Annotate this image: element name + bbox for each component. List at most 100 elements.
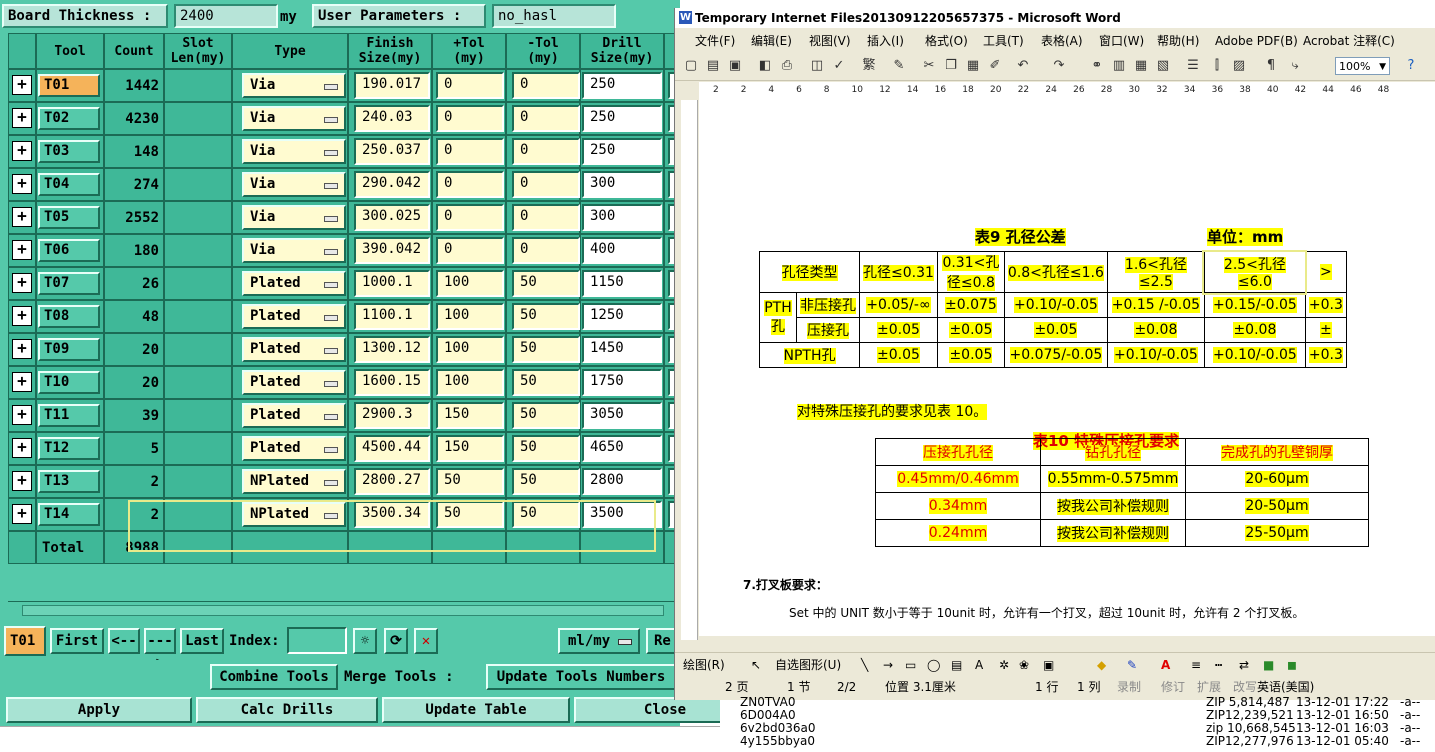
table-cell[interactable]: +0.15 /-0.05: [1106, 292, 1205, 318]
expand-row-icon[interactable]: +: [12, 108, 32, 128]
table-cell[interactable]: ±0.05: [1003, 317, 1108, 343]
apply-button[interactable]: Apply: [6, 697, 192, 723]
type-select[interactable]: Via: [242, 139, 346, 164]
menu-item[interactable]: 工具(T): [983, 30, 1024, 52]
finish-size-input[interactable]: 190.017: [354, 72, 430, 99]
expand-row-icon[interactable]: +: [12, 141, 32, 161]
finish-size-input[interactable]: 2800.27: [354, 468, 430, 495]
type-select[interactable]: Via: [242, 238, 346, 263]
table-cell[interactable]: 20-60μm: [1185, 465, 1369, 493]
expand-row-icon[interactable]: +: [12, 471, 32, 491]
menu-item[interactable]: 表格(A): [1041, 30, 1083, 52]
type-select[interactable]: NPlated: [242, 502, 346, 527]
diagram-icon[interactable]: ✲: [999, 653, 1009, 677]
drill-size-input[interactable]: 2800: [582, 468, 662, 495]
hyperlink-icon[interactable]: ⚭: [1089, 58, 1105, 74]
draw-menu[interactable]: 绘图(R): [683, 653, 725, 677]
insert-table-icon[interactable]: ▦: [1133, 58, 1149, 74]
refresh-icon[interactable]: ⟳: [384, 628, 408, 654]
prev-button[interactable]: <---: [108, 628, 140, 671]
arrow-style-icon[interactable]: ⇄: [1239, 653, 1249, 677]
table-cell[interactable]: +0.10/-0.05: [1106, 342, 1205, 368]
plus-tol-input[interactable]: 0: [436, 105, 504, 132]
dash-style-icon[interactable]: ┅: [1215, 653, 1222, 677]
vertical-ruler[interactable]: [681, 100, 698, 640]
table-cell[interactable]: +0.3: [1304, 292, 1347, 318]
finish-size-input[interactable]: 290.042: [354, 171, 430, 198]
table-cell[interactable]: ±: [1304, 317, 1347, 343]
plus-tol-input[interactable]: 100: [436, 336, 504, 363]
plus-tol-input[interactable]: 50: [436, 501, 504, 528]
minus-tol-input[interactable]: 0: [512, 105, 580, 132]
table-cell[interactable]: 0.8<孔径≤1.6: [1003, 251, 1108, 293]
print-preview-icon[interactable]: ◫: [809, 58, 825, 74]
table-cell[interactable]: 钻孔孔径: [1040, 438, 1186, 466]
line-icon[interactable]: ╲: [861, 653, 868, 677]
menu-item[interactable]: 窗口(W): [1099, 30, 1144, 52]
table-cell[interactable]: ±0.05: [936, 342, 1005, 368]
minus-tol-input[interactable]: 50: [512, 468, 580, 495]
table-cell[interactable]: ±0.05: [859, 317, 938, 343]
drill-size-input[interactable]: 250: [582, 138, 662, 165]
finish-size-input[interactable]: 240.03: [354, 105, 430, 132]
plus-tol-input[interactable]: 0: [436, 237, 504, 264]
type-select[interactable]: Plated: [242, 370, 346, 395]
type-select[interactable]: Via: [242, 106, 346, 131]
file-row[interactable]: 4y155bbya0 ZIP12,277,976 13-12-01 05:40 -a-…: [720, 734, 1435, 749]
first-button[interactable]: First: [50, 628, 104, 654]
drill-size-input[interactable]: 250: [582, 72, 662, 99]
table-cell[interactable]: 按我公司补偿规则: [1040, 519, 1186, 547]
expand-row-icon[interactable]: +: [12, 306, 32, 326]
minus-tol-input[interactable]: 0: [512, 237, 580, 264]
horizontal-scrollbar[interactable]: [8, 601, 680, 618]
table-cell[interactable]: 非压接孔: [796, 292, 860, 318]
drill-size-input[interactable]: 300: [582, 204, 662, 231]
next-button[interactable]: --->: [144, 628, 176, 671]
select-objects-icon[interactable]: ↖: [751, 653, 761, 677]
expand-row-icon[interactable]: +: [12, 273, 32, 293]
board-thickness-input[interactable]: 2400: [174, 4, 278, 28]
paste-icon[interactable]: ▦: [965, 58, 981, 74]
picture-icon[interactable]: ▣: [1043, 653, 1054, 677]
type-select[interactable]: NPlated: [242, 469, 346, 494]
finish-size-input[interactable]: 300.025: [354, 204, 430, 231]
font-color-icon[interactable]: A: [1161, 653, 1170, 677]
textbox-icon[interactable]: ▤: [951, 653, 962, 677]
3d-icon[interactable]: ◼: [1287, 653, 1297, 677]
table-cell[interactable]: 1.6<孔径≤2.5: [1106, 251, 1205, 293]
finish-size-input[interactable]: 1100.1: [354, 303, 430, 330]
open-folder-icon[interactable]: ▤: [705, 58, 721, 74]
expand-row-icon[interactable]: +: [12, 75, 32, 95]
table-cell[interactable]: NPTH孔: [759, 342, 860, 368]
oval-icon[interactable]: ◯: [927, 653, 940, 677]
tool-button[interactable]: T13: [38, 470, 100, 493]
minus-tol-input[interactable]: 0: [512, 72, 580, 99]
tool-button[interactable]: T02: [38, 107, 100, 130]
scrollbar-thumb[interactable]: [22, 605, 664, 616]
traditional-chinese-icon[interactable]: 繁: [861, 58, 877, 74]
plus-tol-input[interactable]: 50: [436, 468, 504, 495]
table-cell[interactable]: 0.24mm: [875, 519, 1041, 547]
finish-size-input[interactable]: 250.037: [354, 138, 430, 165]
new-doc-icon[interactable]: ▢: [683, 58, 699, 74]
menu-item[interactable]: 视图(V): [809, 30, 851, 52]
tool-button[interactable]: T12: [38, 437, 100, 460]
tool-button[interactable]: T05: [38, 206, 100, 229]
copy-icon[interactable]: ❐: [943, 58, 959, 74]
table-cell[interactable]: 孔径≤0.31: [859, 251, 938, 293]
table-cell[interactable]: 25-50μm: [1185, 519, 1369, 547]
tool-button[interactable]: T01: [38, 74, 100, 97]
drill-size-input[interactable]: 300: [582, 171, 662, 198]
finish-size-input[interactable]: 1600.15: [354, 369, 430, 396]
type-select[interactable]: Plated: [242, 304, 346, 329]
show-hide-icon[interactable]: ¶: [1263, 58, 1279, 74]
fill-color-icon[interactable]: ◆: [1097, 653, 1106, 677]
drill-size-input[interactable]: 1750: [582, 369, 662, 396]
tool-button[interactable]: T14: [38, 503, 100, 526]
update-tools-numbers-button[interactable]: Update Tools Numbers: [486, 664, 676, 690]
drill-size-input[interactable]: 4650: [582, 435, 662, 462]
finish-size-input[interactable]: 1300.12: [354, 336, 430, 363]
table-cell[interactable]: 0.45mm/0.46mm: [875, 465, 1041, 493]
combine-tools-button[interactable]: Combine Tools: [210, 664, 338, 690]
table-cell[interactable]: 完成孔的孔壁铜厚: [1185, 438, 1369, 466]
